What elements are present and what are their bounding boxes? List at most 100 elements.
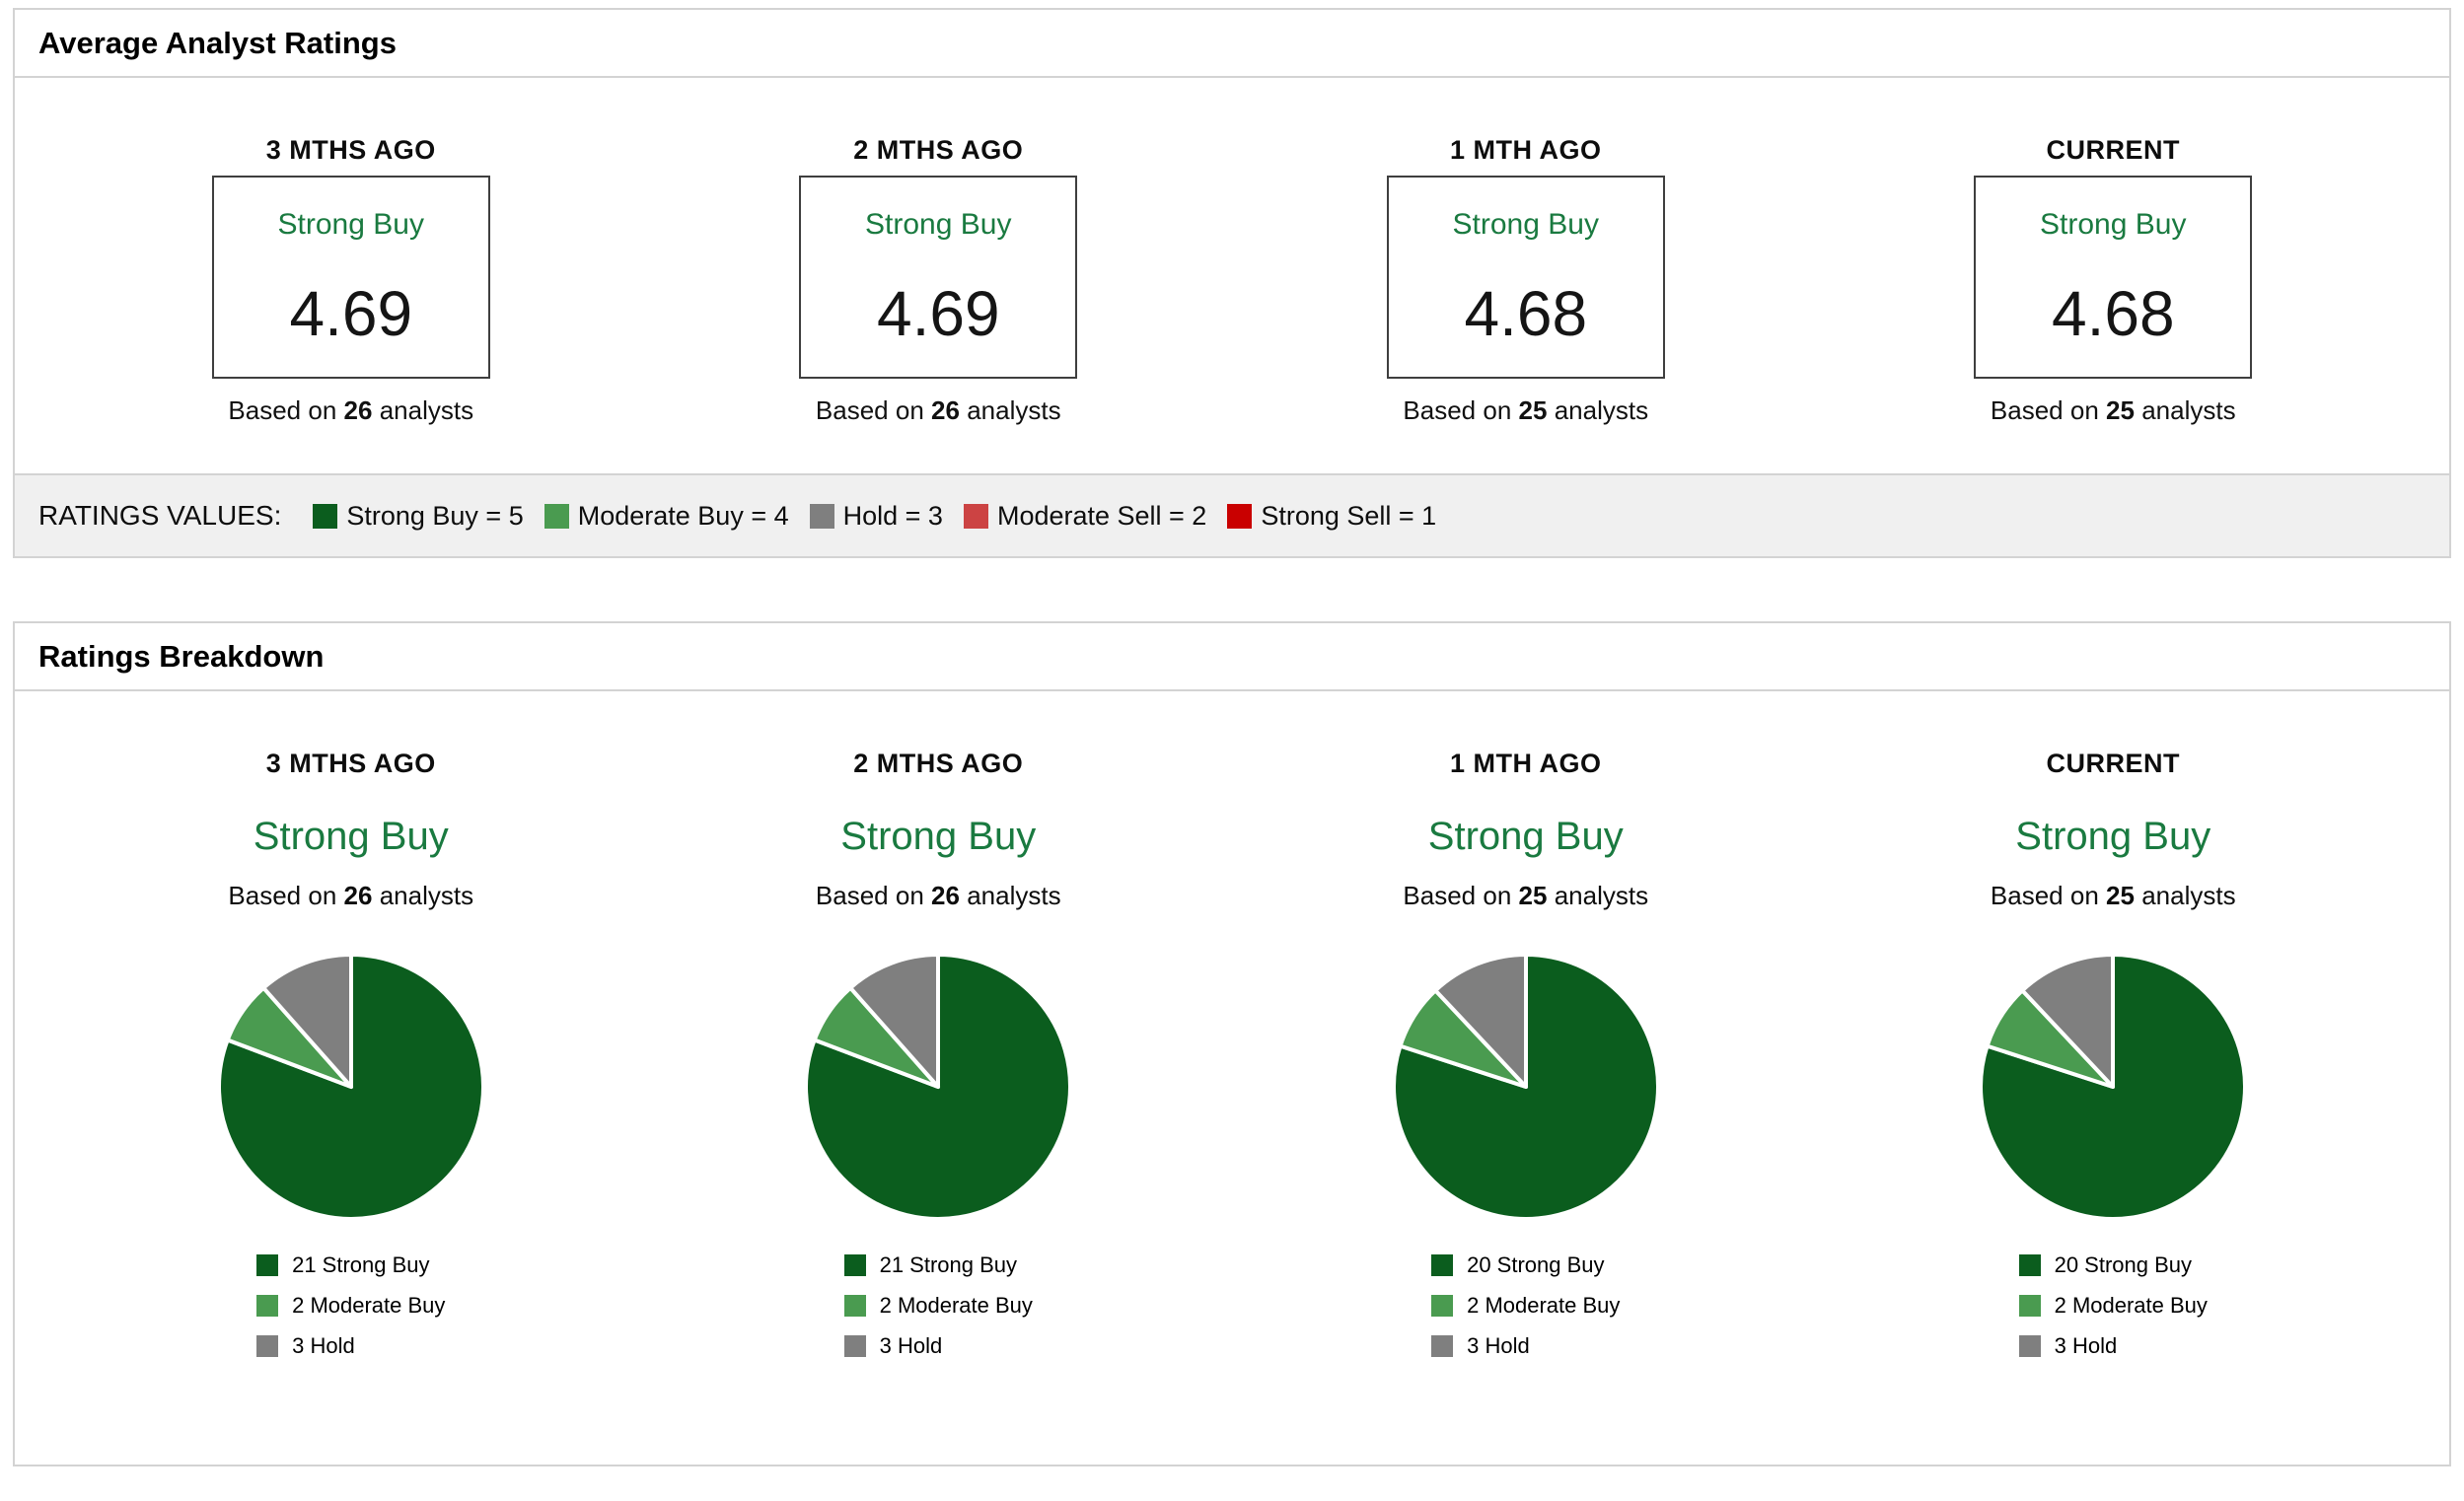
- panel-header: Average Analyst Ratings: [15, 10, 2449, 78]
- analyst-count: 25: [2106, 395, 2135, 425]
- rating-box: Strong Buy 4.69: [212, 176, 490, 379]
- ratings-value-strong-buy: Strong Buy = 5: [313, 501, 523, 532]
- hold-color-swatch: [1431, 1335, 1453, 1357]
- pie-legend: 21 Strong Buy 2 Moderate Buy 3 Hold: [256, 1252, 445, 1359]
- pie-chart: [1975, 949, 2251, 1225]
- ratings-value-hold: Hold = 3: [810, 501, 943, 532]
- pie-chart-svg: [800, 949, 1076, 1225]
- breakdown-column-current: CURRENT Strong Buy Based on 25 analysts …: [1820, 691, 2408, 1465]
- based-on-text: Based on 25 analysts: [1403, 881, 1648, 911]
- rating-label: Strong Buy: [2040, 208, 2186, 242]
- legend-row: 20 Strong Buy: [1431, 1252, 1604, 1278]
- strong-sell-color-swatch: [1227, 504, 1252, 529]
- ratings-value-moderate-sell: Moderate Sell = 2: [964, 501, 1206, 532]
- analyst-count: 26: [344, 881, 373, 910]
- rating-label: Strong Buy: [840, 815, 1036, 859]
- avg-column-1mth-ago: 1 MTH AGO Strong Buy 4.68 Based on 25 an…: [1232, 78, 1820, 473]
- based-on-text: Based on 25 analysts: [1403, 395, 1648, 426]
- period-label: 2 MTHS AGO: [853, 749, 1023, 779]
- based-on-text: Based on 26 analysts: [816, 395, 1061, 426]
- average-analyst-ratings-panel: Average Analyst Ratings 3 MTHS AGO Stron…: [13, 8, 2451, 558]
- breakdown-column-3mths-ago: 3 MTHS AGO Strong Buy Based on 26 analys…: [57, 691, 645, 1465]
- legend-row: 20 Strong Buy: [2019, 1252, 2192, 1278]
- rating-score: 4.69: [289, 277, 412, 350]
- avg-column-3mths-ago: 3 MTHS AGO Strong Buy 4.69 Based on 26 a…: [57, 78, 645, 473]
- pie-chart-svg: [213, 949, 489, 1225]
- rating-box: Strong Buy 4.68: [1974, 176, 2252, 379]
- analyst-count: 25: [1519, 395, 1548, 425]
- hold-color-swatch: [256, 1335, 278, 1357]
- avg-column-2mths-ago: 2 MTHS AGO Strong Buy 4.69 Based on 26 a…: [645, 78, 1233, 473]
- hold-color-swatch: [2019, 1335, 2041, 1357]
- legend-row: 3 Hold: [2019, 1333, 2118, 1359]
- breakdown-column-1mth-ago: 1 MTH AGO Strong Buy Based on 25 analyst…: [1232, 691, 1820, 1465]
- ratings-values-label: RATINGS VALUES:: [38, 500, 281, 532]
- legend-row: 2 Moderate Buy: [844, 1293, 1033, 1319]
- period-label: 2 MTHS AGO: [853, 135, 1023, 166]
- rating-label: Strong Buy: [254, 815, 449, 859]
- moderate-buy-color-swatch: [1431, 1295, 1453, 1317]
- legend-row: 21 Strong Buy: [844, 1252, 1017, 1278]
- legend-row: 3 Hold: [1431, 1333, 1530, 1359]
- rating-box: Strong Buy 4.68: [1387, 176, 1665, 379]
- strong-buy-color-swatch: [844, 1254, 866, 1276]
- strong-buy-color-swatch: [313, 504, 337, 529]
- pie-chart: [800, 949, 1076, 1225]
- panel-header: Ratings Breakdown: [15, 623, 2449, 691]
- pie-legend: 20 Strong Buy 2 Moderate Buy 3 Hold: [2019, 1252, 2208, 1359]
- ratings-value-moderate-buy: Moderate Buy = 4: [544, 501, 789, 532]
- legend-row: 2 Moderate Buy: [1431, 1293, 1620, 1319]
- analyst-count: 26: [931, 395, 960, 425]
- period-label: 1 MTH AGO: [1450, 749, 1602, 779]
- analyst-count: 25: [2106, 881, 2135, 910]
- analyst-count: 25: [1519, 881, 1548, 910]
- pie-chart: [1388, 949, 1664, 1225]
- moderate-buy-color-swatch: [2019, 1295, 2041, 1317]
- legend-row: 2 Moderate Buy: [2019, 1293, 2208, 1319]
- rating-label: Strong Buy: [865, 208, 1011, 242]
- ratings-value-strong-sell: Strong Sell = 1: [1227, 501, 1436, 532]
- rating-score: 4.68: [2052, 277, 2175, 350]
- page-title: Average Analyst Ratings: [38, 26, 397, 61]
- period-label: CURRENT: [2047, 135, 2181, 166]
- moderate-buy-color-swatch: [256, 1295, 278, 1317]
- avg-column-current: CURRENT Strong Buy 4.68 Based on 25 anal…: [1820, 78, 2408, 473]
- legend-row: 3 Hold: [844, 1333, 943, 1359]
- hold-color-swatch: [810, 504, 834, 529]
- pie-chart-svg: [1388, 949, 1664, 1225]
- rating-score: 4.69: [877, 277, 1000, 350]
- ratings-values-strip: RATINGS VALUES: Strong Buy = 5 Moderate …: [15, 473, 2449, 556]
- legend-row: 21 Strong Buy: [256, 1252, 429, 1278]
- page-title: Ratings Breakdown: [38, 639, 324, 675]
- analyst-count: 26: [344, 395, 373, 425]
- pie-chart-svg: [1975, 949, 2251, 1225]
- legend-row: 3 Hold: [256, 1333, 355, 1359]
- moderate-buy-color-swatch: [544, 504, 569, 529]
- based-on-text: Based on 26 analysts: [228, 395, 473, 426]
- based-on-text: Based on 25 analysts: [1991, 395, 2236, 426]
- based-on-text: Based on 26 analysts: [228, 881, 473, 911]
- hold-color-swatch: [844, 1335, 866, 1357]
- rating-label: Strong Buy: [1453, 208, 1599, 242]
- period-label: CURRENT: [2047, 749, 2181, 779]
- based-on-text: Based on 25 analysts: [1991, 881, 2236, 911]
- breakdown-column-2mths-ago: 2 MTHS AGO Strong Buy Based on 26 analys…: [645, 691, 1233, 1465]
- rating-label: Strong Buy: [2015, 815, 2210, 859]
- period-label: 3 MTHS AGO: [266, 749, 436, 779]
- pie-legend: 20 Strong Buy 2 Moderate Buy 3 Hold: [1431, 1252, 1620, 1359]
- rating-label: Strong Buy: [1428, 815, 1624, 859]
- average-ratings-columns: 3 MTHS AGO Strong Buy 4.69 Based on 26 a…: [15, 78, 2449, 473]
- rating-label: Strong Buy: [278, 208, 424, 242]
- ratings-breakdown-panel: Ratings Breakdown 3 MTHS AGO Strong Buy …: [13, 621, 2451, 1466]
- moderate-buy-color-swatch: [844, 1295, 866, 1317]
- strong-buy-color-swatch: [256, 1254, 278, 1276]
- strong-buy-color-swatch: [2019, 1254, 2041, 1276]
- pie-legend: 21 Strong Buy 2 Moderate Buy 3 Hold: [844, 1252, 1033, 1359]
- pie-chart: [213, 949, 489, 1225]
- moderate-sell-color-swatch: [964, 504, 988, 529]
- legend-row: 2 Moderate Buy: [256, 1293, 445, 1319]
- period-label: 3 MTHS AGO: [266, 135, 436, 166]
- ratings-breakdown-columns: 3 MTHS AGO Strong Buy Based on 26 analys…: [15, 691, 2449, 1465]
- strong-buy-color-swatch: [1431, 1254, 1453, 1276]
- analyst-count: 26: [931, 881, 960, 910]
